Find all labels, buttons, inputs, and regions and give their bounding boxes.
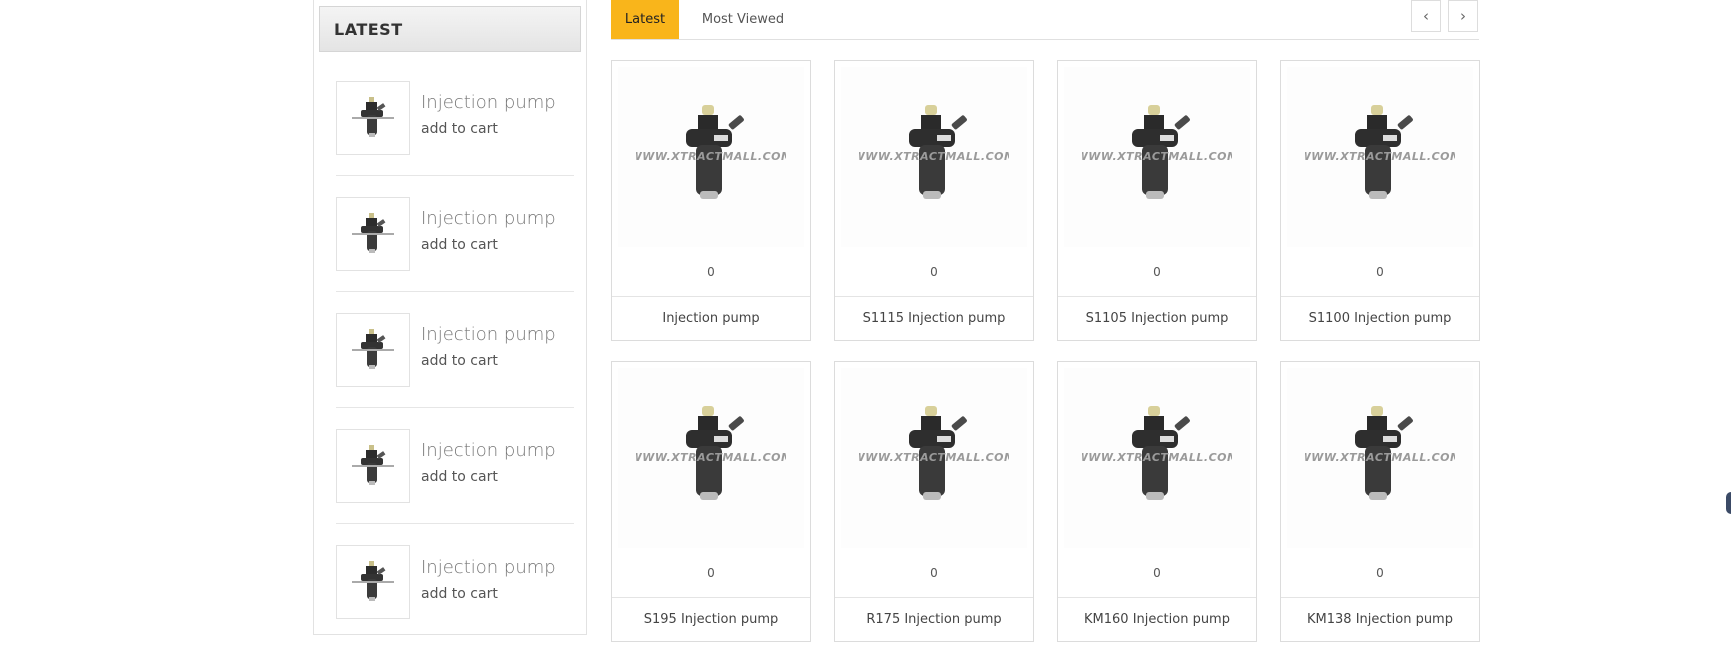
pump-image: WWW.XTRACTMALL.COM	[1305, 406, 1455, 500]
product-price: 0	[1153, 265, 1161, 279]
watermark-text: WWW.XTRACTMALL.COM	[1305, 451, 1455, 464]
add-to-cart-link[interactable]: add to cart	[421, 121, 556, 137]
add-to-cart-link[interactable]: add to cart	[421, 353, 556, 369]
product-price: 0	[1153, 566, 1161, 580]
sidebar-item: Injection pump add to cart	[336, 524, 574, 640]
product-name[interactable]: S1115 Injection pump	[835, 296, 1033, 340]
product-thumbnail[interactable]	[336, 196, 410, 271]
next-button[interactable]: ›	[1448, 0, 1478, 32]
chevron-right-icon: ›	[1460, 7, 1466, 25]
product-name[interactable]: Injection pump	[612, 296, 810, 340]
product-image[interactable]: WWW.XTRACTMALL.COM	[841, 368, 1027, 548]
add-to-cart-link[interactable]: add to cart	[421, 469, 556, 485]
add-to-cart-link[interactable]: add to cart	[421, 237, 556, 253]
pump-image: WWW.XTRACTMALL.COM	[636, 406, 786, 500]
watermark-text: WWW.XTRACTMALL.COM	[1082, 150, 1232, 163]
sidebar-list: Injection pump add to cart Injection pum…	[336, 60, 574, 640]
sidebar-item-name[interactable]: Injection pump	[421, 324, 556, 345]
product-image[interactable]: WWW.XTRACTMALL.COM	[1287, 67, 1473, 247]
product-name[interactable]: KM160 Injection pump	[1058, 597, 1256, 641]
sidebar-item: Injection pump add to cart	[336, 292, 574, 408]
product-name[interactable]: S1100 Injection pump	[1281, 296, 1479, 340]
pump-image	[352, 96, 394, 137]
add-to-cart-link[interactable]: add to cart	[421, 586, 556, 602]
product-price: 0	[930, 265, 938, 279]
product-card[interactable]: WWW.XTRACTMALL.COM 0 S195 Injection pump	[611, 361, 811, 642]
prev-button[interactable]: ‹	[1411, 0, 1441, 32]
sidebar-item: Injection pump add to cart	[336, 176, 574, 292]
pump-image: WWW.XTRACTMALL.COM	[1082, 406, 1232, 500]
product-price: 0	[930, 566, 938, 580]
sidebar-item-name[interactable]: Injection pump	[421, 208, 556, 229]
sidebar-item-name[interactable]: Injection pump	[421, 92, 556, 113]
product-image[interactable]: WWW.XTRACTMALL.COM	[618, 67, 804, 247]
product-image[interactable]: WWW.XTRACTMALL.COM	[1064, 368, 1250, 548]
product-price: 0	[707, 566, 715, 580]
product-name[interactable]: S195 Injection pump	[612, 597, 810, 641]
latest-sidebar: LATEST Injection pump add to cart Inject…	[313, 0, 587, 635]
product-image[interactable]: WWW.XTRACTMALL.COM	[1287, 368, 1473, 548]
pump-image: WWW.XTRACTMALL.COM	[636, 105, 786, 199]
product-name[interactable]: S1105 Injection pump	[1058, 296, 1256, 340]
product-thumbnail[interactable]	[336, 428, 410, 503]
pump-image: WWW.XTRACTMALL.COM	[1082, 105, 1232, 199]
sidebar-item: Injection pump add to cart	[336, 60, 574, 176]
product-thumbnail[interactable]	[336, 80, 410, 155]
product-card[interactable]: WWW.XTRACTMALL.COM 0 S1105 Injection pum…	[1057, 60, 1257, 341]
product-name[interactable]: KM138 Injection pump	[1281, 597, 1479, 641]
tab-most-viewed[interactable]: Most Viewed	[693, 0, 793, 39]
product-image[interactable]: WWW.XTRACTMALL.COM	[841, 67, 1027, 247]
product-image[interactable]: WWW.XTRACTMALL.COM	[618, 368, 804, 548]
product-card[interactable]: WWW.XTRACTMALL.COM 0 KM160 Injection pum…	[1057, 361, 1257, 642]
product-price: 0	[1376, 566, 1384, 580]
chevron-left-icon: ‹	[1423, 7, 1429, 25]
pump-image: WWW.XTRACTMALL.COM	[859, 406, 1009, 500]
watermark-text: WWW.XTRACTMALL.COM	[1305, 150, 1455, 163]
watermark-text: WWW.XTRACTMALL.COM	[859, 451, 1009, 464]
pump-image: WWW.XTRACTMALL.COM	[1305, 105, 1455, 199]
product-price: 0	[1376, 265, 1384, 279]
tab-latest[interactable]: Latest	[611, 0, 679, 39]
sidebar-item-name[interactable]: Injection pump	[421, 440, 556, 461]
sidebar-item-name[interactable]: Injection pump	[421, 557, 556, 578]
product-tabs: Latest Most Viewed ‹ ›	[611, 0, 1479, 40]
product-card[interactable]: WWW.XTRACTMALL.COM 0 S1100 Injection pum…	[1280, 60, 1480, 341]
product-price: 0	[707, 265, 715, 279]
watermark-text: WWW.XTRACTMALL.COM	[859, 150, 1009, 163]
product-card[interactable]: WWW.XTRACTMALL.COM 0 KM138 Injection pum…	[1280, 361, 1480, 642]
pump-image	[352, 444, 394, 485]
product-image[interactable]: WWW.XTRACTMALL.COM	[1064, 67, 1250, 247]
product-thumbnail[interactable]	[336, 545, 410, 619]
product-thumbnail[interactable]	[336, 312, 410, 387]
sidebar-heading-text: LATEST	[334, 19, 403, 39]
watermark-text: WWW.XTRACTMALL.COM	[636, 150, 786, 163]
product-card[interactable]: WWW.XTRACTMALL.COM 0 R175 Injection pump	[834, 361, 1034, 642]
watermark-text: WWW.XTRACTMALL.COM	[1082, 451, 1232, 464]
product-name[interactable]: R175 Injection pump	[835, 597, 1033, 641]
watermark-text: WWW.XTRACTMALL.COM	[636, 451, 786, 464]
pump-image	[352, 212, 394, 253]
pump-image	[352, 561, 394, 601]
pump-image	[352, 328, 394, 369]
sidebar-heading: LATEST	[319, 6, 581, 52]
product-card[interactable]: WWW.XTRACTMALL.COM 0 S1115 Injection pum…	[834, 60, 1034, 341]
pump-image: WWW.XTRACTMALL.COM	[859, 105, 1009, 199]
floating-widget-edge[interactable]	[1726, 492, 1731, 514]
product-card[interactable]: WWW.XTRACTMALL.COM 0 Injection pump	[611, 60, 811, 341]
sidebar-item: Injection pump add to cart	[336, 408, 574, 524]
